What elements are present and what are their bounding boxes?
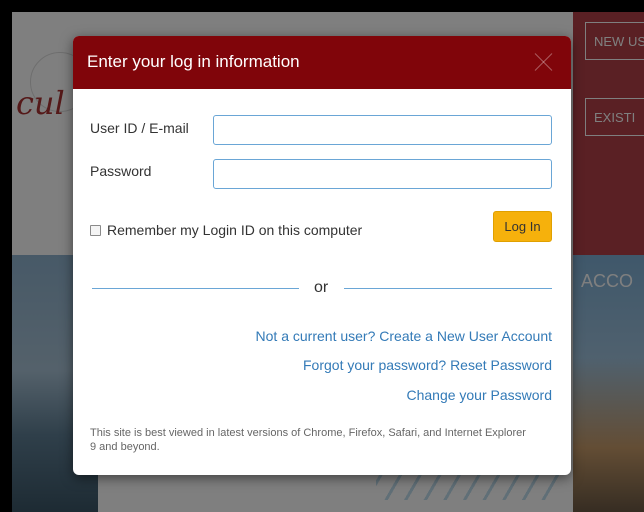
change-password-link[interactable]: Change your Password xyxy=(406,387,552,403)
remember-checkbox[interactable] xyxy=(90,224,101,236)
reset-password-link[interactable]: Forgot your password? Reset Password xyxy=(303,357,552,373)
login-modal: Enter your log in information User ID / … xyxy=(73,36,571,475)
or-separator: or xyxy=(314,279,329,296)
modal-header: Enter your log in information xyxy=(73,36,571,89)
password-label: Password xyxy=(90,163,152,179)
remember-login: Remember my Login ID on this computer xyxy=(90,222,362,238)
user-id-input[interactable] xyxy=(213,115,552,145)
close-icon[interactable] xyxy=(533,50,555,72)
browser-compatibility-note: This site is best viewed in latest versi… xyxy=(90,427,526,453)
divider-left xyxy=(92,288,299,289)
modal-title: Enter your log in information xyxy=(87,52,300,71)
login-button[interactable]: Log In xyxy=(493,211,552,242)
user-id-label: User ID / E-mail xyxy=(90,120,189,136)
create-account-link[interactable]: Not a current user? Create a New User Ac… xyxy=(256,328,552,344)
password-input[interactable] xyxy=(213,159,552,189)
divider-right xyxy=(344,288,552,289)
remember-label: Remember my Login ID on this computer xyxy=(107,222,363,238)
